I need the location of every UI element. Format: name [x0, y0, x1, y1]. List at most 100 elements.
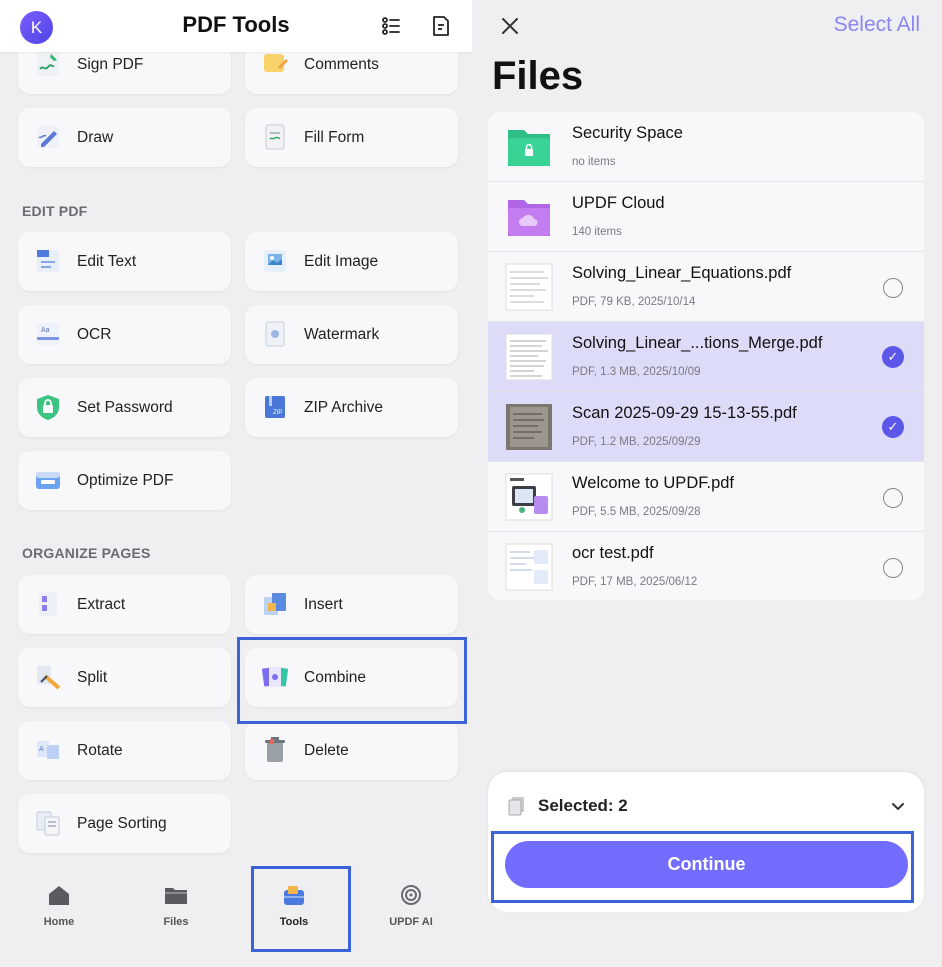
pdf-thumbnail [505, 263, 553, 311]
tool-label: OCR [77, 325, 112, 343]
pdf-thumbnail [505, 473, 553, 521]
file-row-updf-cloud[interactable]: UPDF Cloud 140 items [488, 182, 924, 252]
selected-count: Selected: 2 [538, 796, 628, 815]
lock-icon [37, 395, 59, 420]
screenshot-root: K PDF Tools Sign PDF Comments Draw Fill … [0, 0, 942, 967]
tool-extract[interactable]: Extract [18, 575, 231, 634]
file-meta: PDF, 1.3 MB, 2025/10/09 [572, 366, 701, 378]
tool-label: Delete [304, 741, 349, 759]
continue-highlight-box [491, 831, 914, 903]
file-meta: PDF, 1.2 MB, 2025/09/29 [572, 436, 701, 448]
file-name: Solving_Linear_Equations.pdf [572, 264, 792, 282]
page-title: Files [492, 54, 584, 98]
tool-label: Fill Form [304, 128, 365, 146]
tools-header: K PDF Tools [0, 0, 472, 52]
tool-optimize-pdf[interactable]: Optimize PDF [18, 451, 231, 510]
split-icon [37, 666, 61, 690]
tool-watermark[interactable]: Watermark [245, 305, 458, 364]
select-radio[interactable] [883, 558, 903, 578]
file-row[interactable]: Solving_Linear_Equations.pdf PDF, 79 KB,… [488, 252, 924, 322]
document-icon [508, 797, 524, 816]
sign-pdf-icon [37, 52, 59, 76]
fill-form-icon [265, 124, 285, 150]
tool-label: Page Sorting [77, 814, 167, 832]
file-name: Welcome to UPDF.pdf [572, 474, 735, 492]
tool-label: Edit Text [77, 252, 137, 270]
file-name: ocr test.pdf [572, 544, 654, 562]
file-row[interactable]: Welcome to UPDF.pdf PDF, 5.5 MB, 2025/09… [488, 462, 924, 532]
tool-zip-archive[interactable]: ZIP ZIP Archive [245, 378, 458, 437]
tab-label: Files [163, 916, 189, 928]
tool-ocr[interactable]: Aa OCR [18, 305, 231, 364]
optimize-icon [36, 472, 60, 489]
bottom-tab-bar: Home Files Tools UPDF AI [0, 862, 472, 967]
combine-highlight-box [237, 637, 467, 724]
file-picker-panel: Select All Files Security Space no items… [472, 0, 942, 967]
folder-icon [165, 888, 187, 904]
tool-edit-image[interactable]: Edit Image [245, 232, 458, 291]
watermark-icon [265, 321, 285, 347]
trash-icon [265, 737, 285, 762]
tool-split[interactable]: Split [18, 648, 231, 707]
tool-label: Extract [77, 595, 126, 613]
tool-rotate[interactable]: A Rotate [18, 721, 231, 780]
file-row[interactable]: Solving_Linear_...tions_Merge.pdf PDF, 1… [488, 322, 924, 392]
section-edit-pdf: EDIT PDF [22, 203, 88, 219]
file-meta: PDF, 17 MB, 2025/06/12 [572, 576, 698, 588]
tool-label: Optimize PDF [77, 471, 174, 489]
tab-label: Home [43, 916, 75, 928]
home-icon [49, 886, 69, 905]
tool-label: Edit Image [304, 252, 379, 270]
select-radio[interactable] [883, 278, 903, 298]
file-meta: PDF, 79 KB, 2025/10/14 [572, 296, 696, 308]
checkmark-icon[interactable]: ✓ [882, 416, 904, 438]
document-scan-icon[interactable] [429, 14, 453, 38]
checkmark-icon[interactable]: ✓ [882, 346, 904, 368]
tool-fill-form[interactable]: Fill Form [245, 108, 458, 167]
file-meta: PDF, 5.5 MB, 2025/09/28 [572, 506, 701, 518]
tool-label: Draw [77, 128, 114, 146]
tool-draw[interactable]: Draw [18, 108, 231, 167]
file-row-security-space[interactable]: Security Space no items [488, 112, 924, 182]
draw-icon [37, 126, 59, 148]
tool-page-sorting[interactable]: Page Sorting [18, 794, 231, 853]
chevron-down-icon[interactable] [890, 798, 906, 814]
ai-icon [401, 885, 421, 905]
select-all-button[interactable]: Select All [834, 13, 920, 37]
file-name: Security Space [572, 124, 683, 142]
tool-insert[interactable]: Insert [245, 575, 458, 634]
tool-label: Rotate [77, 741, 123, 759]
file-meta: no items [572, 156, 616, 168]
file-list: Security Space no items UPDF Cloud 140 i… [488, 112, 924, 600]
pdf-thumbnail [505, 543, 553, 591]
list-settings-icon[interactable] [379, 14, 403, 38]
file-row[interactable]: Scan 2025-09-29 15-13-55.pdf PDF, 1.2 MB… [488, 392, 924, 462]
file-name: UPDF Cloud [572, 194, 665, 212]
comments-icon [264, 54, 288, 72]
close-icon[interactable] [498, 14, 522, 38]
section-organize-pages: ORGANIZE PAGES [22, 545, 151, 561]
svg-text:Aa: Aa [41, 327, 50, 334]
page-sorting-icon [36, 811, 60, 836]
tool-edit-text[interactable]: Edit Text [18, 232, 231, 291]
tool-label: Set Password [77, 398, 173, 416]
tab-home[interactable]: Home [14, 884, 104, 928]
edit-text-icon [37, 250, 59, 272]
tool-delete[interactable]: Delete [245, 721, 458, 780]
tab-updf-ai[interactable]: UPDF AI [366, 884, 456, 928]
extract-icon [39, 592, 57, 616]
svg-text:A: A [39, 746, 44, 753]
tool-label: ZIP Archive [304, 398, 383, 416]
file-name: Scan 2025-09-29 15-13-55.pdf [572, 404, 797, 422]
file-row[interactable]: ocr test.pdf PDF, 17 MB, 2025/06/12 [488, 532, 924, 600]
tool-label: Insert [304, 595, 343, 613]
tool-set-password[interactable]: Set Password [18, 378, 231, 437]
edit-image-icon [264, 250, 286, 272]
tools-tab-highlight-box [251, 866, 351, 952]
ocr-icon: Aa [37, 323, 59, 345]
cloud-folder-icon [508, 200, 550, 236]
select-radio[interactable] [883, 488, 903, 508]
tab-files[interactable]: Files [131, 884, 221, 928]
rotate-icon: A [37, 741, 59, 759]
zip-icon: ZIP [265, 396, 285, 418]
